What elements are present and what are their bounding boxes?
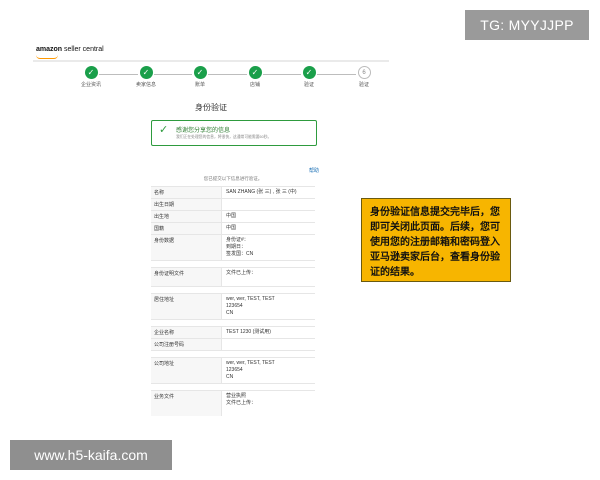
tg-badge: TG: MYYJJPP <box>465 10 589 40</box>
info-row-value: wer, wer, TEST, TEST 123654 CN <box>226 360 275 380</box>
step-label: 账单 <box>194 82 205 88</box>
checkmark-icon: ✓ <box>159 124 169 136</box>
logo-product: seller central <box>62 46 104 53</box>
header-divider <box>33 60 389 62</box>
step-complete-icon: ✓ <box>302 66 316 79</box>
seller-central-page: amazon seller central ✓ 企业资讯 ✓ 卖家信息 ✓ 账单 ✓ 店铺 ✓ 验… <box>33 44 389 436</box>
stepper-step: ✓ 卖家信息 <box>126 66 166 88</box>
info-row-value <box>222 339 315 350</box>
success-message: ✓ 感谢您分享您的信息 我们正在处理您的信息，将很快，这通常可能需要60秒。 <box>151 120 317 146</box>
info-row: 身份证明文件 文件已上传： <box>151 267 315 286</box>
info-row-value: 文件已上传： <box>226 270 257 276</box>
info-row-label: 出生地 <box>151 211 222 222</box>
amazon-smile-icon <box>36 55 58 59</box>
step-pending-icon: 6 <box>357 66 371 79</box>
info-row-label: 身份数据 <box>151 235 222 260</box>
info-row-label: 公司地址 <box>151 358 222 383</box>
step-complete-icon: ✓ <box>84 66 98 79</box>
table-spacer <box>151 350 315 357</box>
info-row-label: 出生日期 <box>151 199 222 210</box>
step-label: 店铺 <box>249 82 260 88</box>
stepper-step: ✓ 账单 <box>180 66 220 88</box>
info-row-label: 名称 <box>151 187 222 198</box>
info-row: 居住地址 wer, wer, TEST, TEST 123654 CN <box>151 293 315 319</box>
info-row-value: 营业执照 文件已上传： <box>226 393 257 406</box>
step-label: 企业资讯 <box>80 82 101 88</box>
success-title: 感谢您分享您的信息 <box>176 128 231 134</box>
step-label: 验证 <box>358 82 369 88</box>
info-row: 公司注册号码 <box>151 338 315 350</box>
info-row-value: 中国 <box>226 213 237 219</box>
info-row-label: 业务文件 <box>151 391 222 416</box>
info-row-value: TEST 1230 (测试用) <box>226 329 271 335</box>
stepper-step: 6 验证 <box>344 66 384 88</box>
instruction-callout: 身份验证信息提交完毕后，您即可关闭此页面。后续，您可使用您的注册邮箱和密码登入亚… <box>361 198 511 282</box>
submitted-info-table: 名称 SAN ZHANG (张 三) , 张 三 (中) 出生日期 出生地 中国 国籍 中国… <box>151 186 315 416</box>
info-row-label: 身份证明文件 <box>151 268 222 286</box>
info-row: 企业名称 TEST 1230 (测试用) <box>151 326 315 338</box>
info-row: 身份数据 身份证#： 到期日： 签发国：CN <box>151 234 315 260</box>
info-row: 国籍 中国 <box>151 222 315 234</box>
step-complete-icon: ✓ <box>193 66 207 79</box>
info-row: 出生日期 <box>151 198 315 210</box>
page-title: 身份验证 <box>195 103 227 112</box>
stepper-step: ✓ 企业资讯 <box>71 66 111 88</box>
step-label: 验证 <box>303 82 314 88</box>
info-row: 公司地址 wer, wer, TEST, TEST 123654 CN <box>151 357 315 383</box>
logo-brand: amazon <box>36 46 63 53</box>
success-subtitle: 我们正在处理您的信息，将很快，这通常可能需要60秒。 <box>176 135 272 139</box>
step-complete-icon: ✓ <box>139 66 153 79</box>
info-row-label: 公司注册号码 <box>151 339 222 350</box>
info-row-value: 身份证#： 到期日： 签发国：CN <box>226 237 254 257</box>
table-spacer <box>151 319 315 326</box>
info-row: 业务文件 营业执照 文件已上传： <box>151 390 315 416</box>
info-row-value: SAN ZHANG (张 三) , 张 三 (中) <box>226 189 297 195</box>
info-row-label: 国籍 <box>151 223 222 234</box>
help-link[interactable]: 帮助 <box>309 167 319 174</box>
table-spacer <box>151 383 315 390</box>
step-label: 卖家信息 <box>135 82 156 88</box>
stepper-step: ✓ 验证 <box>289 66 329 88</box>
progress-stepper: ✓ 企业资讯 ✓ 卖家信息 ✓ 账单 ✓ 店铺 ✓ 验证 6 验证 <box>33 66 389 90</box>
info-row-value: 中国 <box>226 225 237 231</box>
info-row-value <box>222 199 315 210</box>
site-badge: www.h5-kaifa.com <box>10 440 172 470</box>
stepper-step: ✓ 店铺 <box>235 66 275 88</box>
table-spacer <box>151 286 315 293</box>
review-note: 您已提交以下信息进行验证。 <box>203 176 263 181</box>
info-row-value: wer, wer, TEST, TEST 123654 CN <box>226 296 275 316</box>
info-row-label: 居住地址 <box>151 294 222 319</box>
amazon-seller-central-logo[interactable]: amazon seller central <box>36 46 104 59</box>
info-row-label: 企业名称 <box>151 327 222 338</box>
table-spacer <box>151 260 315 267</box>
info-row: 出生地 中国 <box>151 210 315 222</box>
step-complete-icon: ✓ <box>248 66 262 79</box>
info-row: 名称 SAN ZHANG (张 三) , 张 三 (中) <box>151 186 315 198</box>
